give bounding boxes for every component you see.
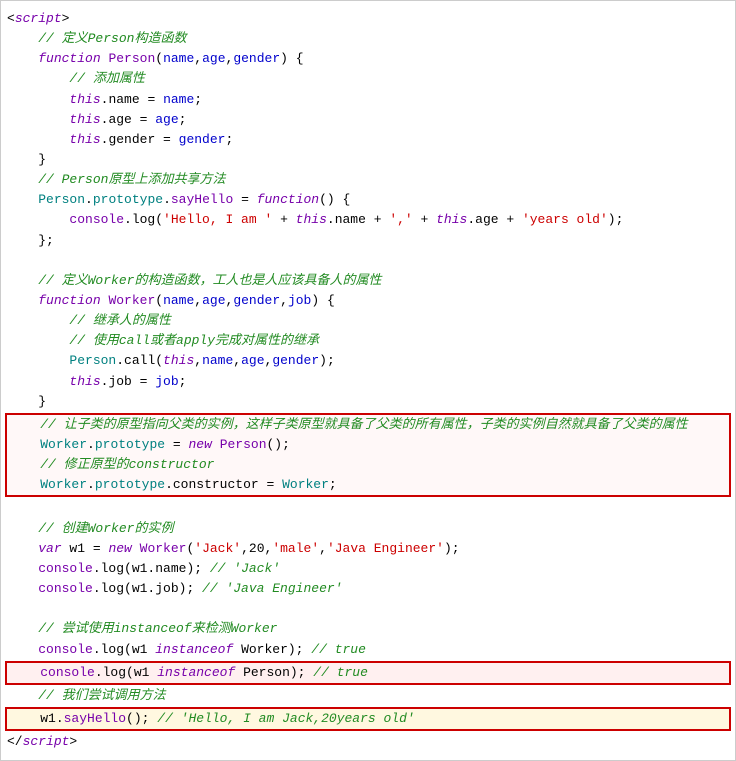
line-10: Person.prototype.sayHello = function() { xyxy=(5,190,731,210)
highlight-block-3: w1.sayHello(); // 'Hello, I am Jack,20ye… xyxy=(5,707,731,731)
line-27: var w1 = new Worker('Jack',20,'male','Ja… xyxy=(5,539,731,559)
line-1: <script> xyxy=(5,9,731,29)
line-36: </script> xyxy=(5,732,731,752)
line-19: this.job = job; xyxy=(5,372,731,392)
line-22: Worker.prototype = new Person(); xyxy=(7,435,729,455)
line-11: console.log('Hello, I am ' + this.name +… xyxy=(5,210,731,230)
line-30 xyxy=(5,599,731,619)
highlight-block-2: console.log(w1 instanceof Worker); // tr… xyxy=(5,640,731,684)
line-26: // 创建Worker的实例 xyxy=(5,519,731,539)
line-18: Person.call(this,name,age,gender); xyxy=(5,351,731,371)
line-14: // 定义Worker的构造函数，工人也是人应该具备人的属性 xyxy=(5,271,731,291)
line-24: Worker.prototype.constructor = Worker; xyxy=(7,475,729,495)
highlight-block-1: // 让子类的原型指向父类的实例，这样子类原型就具备了父类的所有属性，子类的实例… xyxy=(5,413,731,498)
line-16: // 继承人的属性 xyxy=(5,311,731,331)
line-34: // 我们尝试调用方法 xyxy=(5,686,731,706)
line-21: // 让子类的原型指向父类的实例，这样子类原型就具备了父类的所有属性，子类的实例… xyxy=(7,415,729,435)
line-9: // Person原型上添加共享方法 xyxy=(5,170,731,190)
highlight-line-33: console.log(w1 instanceof Person); // tr… xyxy=(5,661,731,685)
line-17: // 使用call或者apply完成对属性的继承 xyxy=(5,331,731,351)
code-editor: <script> // 定义Person构造函数 function Person… xyxy=(0,0,736,761)
line-12: }; xyxy=(5,231,731,251)
line-32: console.log(w1 instanceof Worker); // tr… xyxy=(5,640,731,660)
line-31: // 尝试使用instanceof来检测Worker xyxy=(5,619,731,639)
line-20: } xyxy=(5,392,731,412)
line-25 xyxy=(5,498,731,518)
line-8: } xyxy=(5,150,731,170)
line-5: this.name = name; xyxy=(5,90,731,110)
line-33: console.log(w1 instanceof Person); // tr… xyxy=(7,663,729,683)
line-35: w1.sayHello(); // 'Hello, I am Jack,20ye… xyxy=(7,709,729,729)
line-23: // 修正原型的constructor xyxy=(7,455,729,475)
line-6: this.age = age; xyxy=(5,110,731,130)
line-3: function Person(name,age,gender) { xyxy=(5,49,731,69)
line-28: console.log(w1.name); // 'Jack' xyxy=(5,559,731,579)
line-2: // 定义Person构造函数 xyxy=(5,29,731,49)
line-29: console.log(w1.job); // 'Java Engineer' xyxy=(5,579,731,599)
line-7: this.gender = gender; xyxy=(5,130,731,150)
line-13 xyxy=(5,251,731,271)
line-15: function Worker(name,age,gender,job) { xyxy=(5,291,731,311)
line-4: // 添加属性 xyxy=(5,69,731,89)
